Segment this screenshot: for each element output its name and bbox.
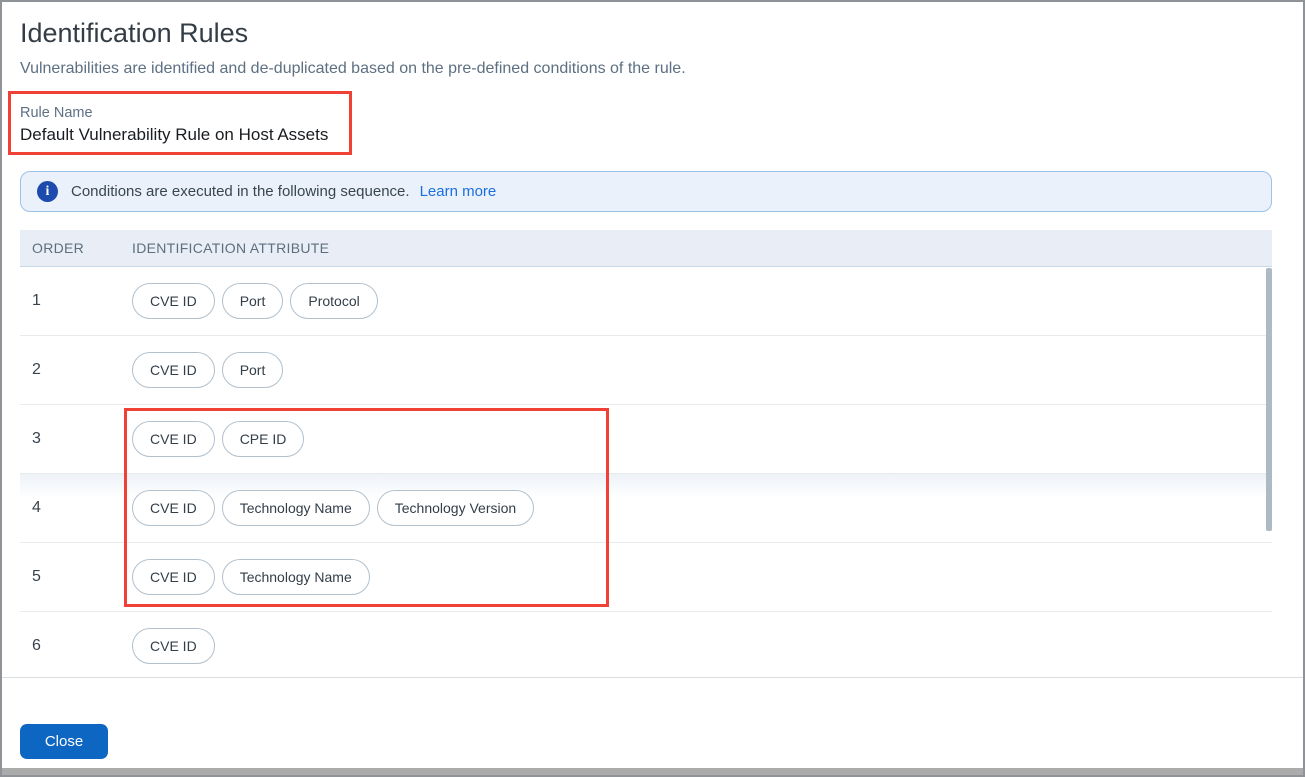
- attribute-pills: CVE ID Port: [132, 352, 284, 388]
- column-header-order: ORDER: [32, 240, 85, 256]
- attribute-pills: CVE ID Port Protocol: [132, 283, 378, 319]
- attribute-pill: CVE ID: [132, 283, 215, 319]
- attribute-pills: CVE ID CPE ID: [132, 421, 305, 457]
- banner-text: Conditions are executed in the following…: [71, 183, 410, 200]
- info-banner: i Conditions are executed in the followi…: [20, 171, 1272, 212]
- attribute-pills: CVE ID Technology Name: [132, 559, 370, 595]
- attribute-pill: Technology Name: [221, 559, 370, 595]
- table-row: 3 CVE ID CPE ID: [20, 405, 1272, 474]
- table-row: 2 CVE ID Port: [20, 336, 1272, 405]
- rule-name-value: Default Vulnerability Rule on Host Asset…: [20, 125, 329, 144]
- attribute-pill: CVE ID: [132, 421, 215, 457]
- attribute-pill: CPE ID: [221, 421, 305, 457]
- attribute-pill: Protocol: [290, 283, 378, 319]
- column-header-attribute: IDENTIFICATION ATTRIBUTE: [132, 240, 330, 256]
- page-subtitle: Vulnerabilities are identified and de-du…: [20, 60, 686, 77]
- order-number: 3: [32, 430, 41, 447]
- footer: Close: [2, 677, 1303, 769]
- page-title: Identification Rules: [20, 18, 249, 48]
- table-row: 1 CVE ID Port Protocol: [20, 267, 1272, 336]
- attribute-pill: Port: [221, 352, 284, 388]
- order-number: 2: [32, 361, 41, 378]
- order-number: 4: [32, 499, 41, 516]
- table-header: ORDER IDENTIFICATION ATTRIBUTE: [20, 230, 1272, 267]
- attribute-pill: Port: [221, 283, 284, 319]
- attribute-pill: CVE ID: [132, 559, 215, 595]
- vertical-scrollbar-thumb[interactable]: [1266, 268, 1272, 531]
- learn-more-link[interactable]: Learn more: [420, 183, 497, 200]
- attribute-pills: CVE ID Technology Name Technology Version: [132, 490, 535, 526]
- attribute-pill: CVE ID: [132, 490, 215, 526]
- info-icon: i: [37, 181, 58, 202]
- attribute-pill: Technology Name: [221, 490, 370, 526]
- attribute-pills: CVE ID: [132, 628, 215, 664]
- attribute-pill: CVE ID: [132, 352, 215, 388]
- rule-name-label: Rule Name: [20, 105, 93, 121]
- table-row: 5 CVE ID Technology Name: [20, 543, 1272, 612]
- table-row: 6 CVE ID: [20, 612, 1272, 677]
- close-button[interactable]: Close: [20, 724, 108, 759]
- table-row: 4 CVE ID Technology Name Technology Version: [20, 474, 1272, 543]
- attribute-pill: Technology Version: [376, 490, 535, 526]
- horizontal-scrollbar[interactable]: [2, 768, 1303, 775]
- order-number: 1: [32, 292, 41, 309]
- order-number: 6: [32, 637, 41, 654]
- table-body: 1 CVE ID Port Protocol 2 CVE ID Port 3 CVE ID CPE…: [20, 267, 1272, 677]
- attribute-pill: CVE ID: [132, 628, 215, 664]
- order-number: 5: [32, 568, 41, 585]
- rule-name-annotation-box: [8, 91, 352, 155]
